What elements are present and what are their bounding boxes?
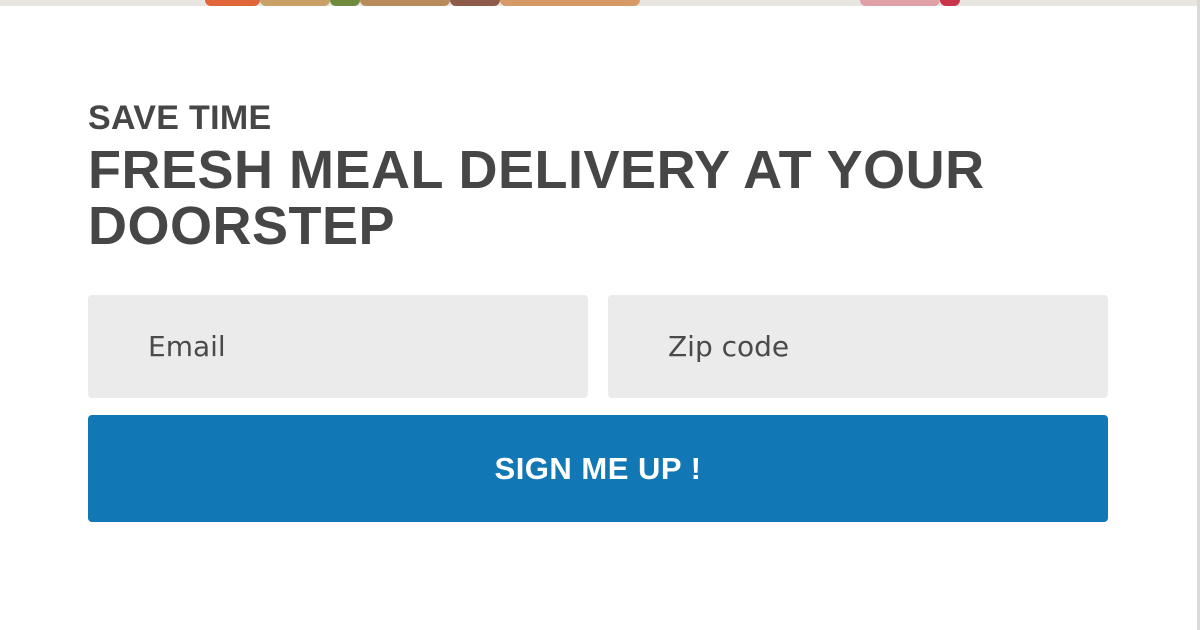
food-photo-fragment xyxy=(450,0,500,6)
food-photo-strip xyxy=(0,0,1200,6)
food-photo-fragment xyxy=(500,0,640,6)
food-photo-fragment xyxy=(260,0,330,6)
eyebrow-heading: SAVE TIME xyxy=(88,99,272,137)
signup-form xyxy=(88,295,1108,398)
sign-up-button[interactable]: SIGN ME UP ! xyxy=(88,415,1108,522)
food-photo-fragment xyxy=(940,0,960,6)
food-photo-fragment xyxy=(330,0,360,6)
food-photo-fragment xyxy=(360,0,450,6)
page-title: FRESH MEAL DELIVERY AT YOUR DOORSTEP xyxy=(88,140,985,256)
hero-text: SAVE TIME FRESH MEAL DELIVERY AT YOUR DO… xyxy=(88,98,1108,254)
food-photo-fragment xyxy=(860,0,940,6)
signup-card: SAVE TIME FRESH MEAL DELIVERY AT YOUR DO… xyxy=(0,0,1200,630)
email-field[interactable] xyxy=(88,295,588,398)
zip-code-field[interactable] xyxy=(608,295,1108,398)
food-photo-fragment xyxy=(205,0,260,6)
